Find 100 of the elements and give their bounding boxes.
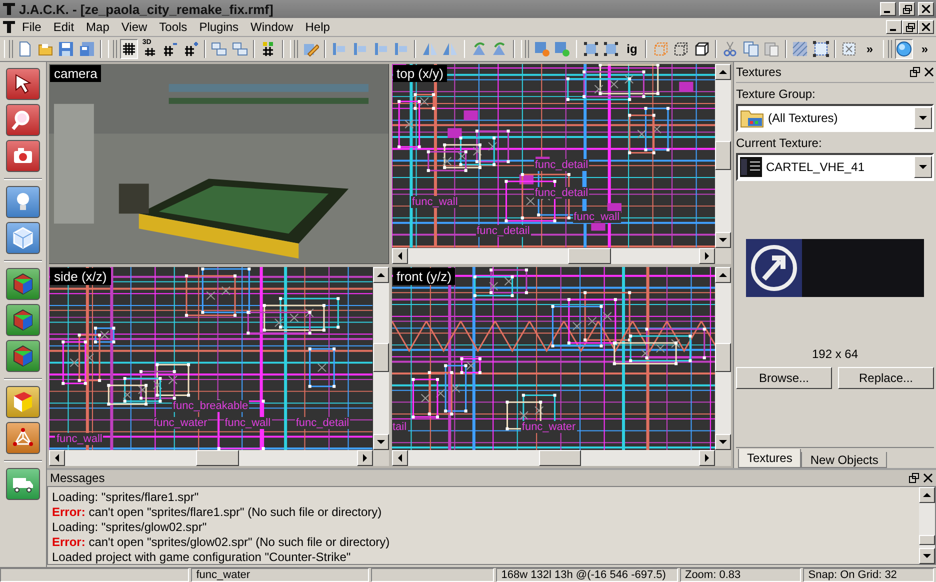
toolbar-grip[interactable] <box>883 40 889 58</box>
scrollbar-corner <box>715 450 731 466</box>
toolbar-button[interactable] <box>602 39 621 59</box>
align-icon <box>331 41 348 57</box>
horizontal-scrollbar[interactable] <box>49 450 372 466</box>
menu-item[interactable]: Tools <box>153 20 194 34</box>
up-arrow-icon <box>376 272 384 276</box>
viewport-label: front (y/z) <box>392 268 456 284</box>
menu-item[interactable]: File <box>16 20 48 34</box>
toolbar-button[interactable] <box>894 39 914 59</box>
scroll-thumb[interactable] <box>715 343 731 372</box>
toolbar-grip[interactable] <box>520 40 526 58</box>
sphere-icon <box>896 41 912 57</box>
block-tool-button[interactable] <box>6 268 40 300</box>
select-tool-button[interactable] <box>6 68 40 100</box>
log-message: Loading: "sprites/flare1.spr" <box>52 490 200 504</box>
right-arrow-icon <box>705 252 709 260</box>
menu-item[interactable]: View <box>115 20 154 34</box>
menu-item[interactable]: Window <box>244 20 300 34</box>
camera-tool-button[interactable] <box>6 140 40 172</box>
block-tool-button[interactable] <box>6 304 40 336</box>
panel-button[interactable]: Browse... <box>736 367 832 389</box>
menu-item[interactable]: Map <box>80 20 116 34</box>
scroll-thumb[interactable] <box>538 450 582 466</box>
panel-tab[interactable]: Textures <box>738 449 802 468</box>
scroll-left-button[interactable] <box>49 450 65 466</box>
toolbar-grip[interactable] <box>290 40 296 58</box>
close-button[interactable] <box>918 2 934 16</box>
scroll-down-button[interactable] <box>919 548 935 564</box>
restore-button[interactable] <box>902 20 918 34</box>
minimize-button[interactable] <box>886 20 902 34</box>
vertical-scrollbar[interactable] <box>715 266 731 450</box>
scroll-up-button[interactable] <box>715 266 731 282</box>
scroll-up-button[interactable] <box>372 266 388 282</box>
scroll-right-button[interactable] <box>699 248 715 264</box>
toolbar-button[interactable] <box>120 39 138 59</box>
scroll-thumb[interactable] <box>196 450 239 466</box>
horizontal-scrollbar[interactable] <box>392 450 715 466</box>
close-icon[interactable] <box>924 67 934 77</box>
selection-icon <box>812 41 829 57</box>
scroll-down-button[interactable] <box>715 434 731 450</box>
scroll-thumb[interactable] <box>715 140 731 170</box>
vertical-scrollbar[interactable] <box>715 64 731 248</box>
viewport-label: top (x/y) <box>392 65 448 82</box>
toolbar-overflow-button[interactable]: » <box>915 39 934 59</box>
path-tool-button[interactable] <box>6 422 40 454</box>
magnify-tool-button[interactable] <box>6 104 40 136</box>
scroll-down-button[interactable] <box>372 434 388 450</box>
toolbar-grip[interactable] <box>4 40 10 58</box>
menu-item[interactable]: Help <box>299 20 336 34</box>
close-button[interactable] <box>918 20 934 34</box>
grid-icon <box>121 41 138 57</box>
scroll-left-button[interactable] <box>392 248 408 264</box>
float-panel-icon[interactable] <box>909 473 919 483</box>
up-arrow-icon <box>719 70 727 74</box>
current-texture-dropdown[interactable]: CARTEL_VHE_41 <box>736 153 934 181</box>
scroll-thumb[interactable] <box>372 343 388 372</box>
toolbar-grip[interactable] <box>108 40 114 58</box>
vertical-scrollbar[interactable] <box>919 487 935 564</box>
scroll-up-button[interactable] <box>919 487 935 503</box>
scroll-up-button[interactable] <box>715 64 731 80</box>
menu-item[interactable]: Plugins <box>193 20 245 34</box>
panel-button[interactable]: Replace... <box>838 367 934 389</box>
scroll-thumb[interactable] <box>568 248 611 264</box>
dropdown-button[interactable] <box>914 107 932 129</box>
panel-tab[interactable]: New Objects <box>801 452 888 468</box>
scroll-down-button[interactable] <box>715 232 731 248</box>
horizontal-scrollbar[interactable] <box>392 248 715 264</box>
toolbar-button[interactable] <box>581 39 600 59</box>
block-tool-button[interactable] <box>6 340 40 372</box>
panel-title: Messages <box>50 471 106 485</box>
flip-icon <box>442 41 458 57</box>
entity-label: func_detail <box>534 159 590 172</box>
minimize-button[interactable] <box>880 2 896 16</box>
app-logo-icon <box>2 2 16 16</box>
scroll-left-button[interactable] <box>392 450 408 466</box>
status-text: 168w 132l 13h @(-16 546 -697.5) <box>496 568 678 582</box>
caret-icon <box>919 116 927 120</box>
vertical-scrollbar[interactable] <box>372 266 388 450</box>
toolbar-overflow-button[interactable]: » <box>860 39 880 59</box>
left-arrow-icon <box>55 454 59 462</box>
scrollbar-corner <box>715 248 731 264</box>
float-panel-icon[interactable] <box>910 67 920 77</box>
dropdown-button[interactable] <box>914 156 932 178</box>
cube-tool-button[interactable] <box>6 222 40 254</box>
scroll-thumb[interactable] <box>919 534 935 545</box>
close-icon[interactable] <box>923 473 933 483</box>
flip-icon <box>422 41 438 57</box>
texture-group-dropdown[interactable]: (All Textures) <box>736 104 934 132</box>
scroll-right-button[interactable] <box>356 450 372 466</box>
truck-tool-button[interactable] <box>6 468 40 500</box>
menu-item[interactable]: Edit <box>47 20 80 34</box>
scroll-right-button[interactable] <box>699 450 715 466</box>
entity-label: func_detail <box>476 225 531 238</box>
light-bulb-tool-button[interactable] <box>6 186 40 218</box>
toolbar-button[interactable] <box>811 39 830 59</box>
app-logo-icon[interactable] <box>2 20 16 34</box>
restore-button[interactable] <box>899 2 915 16</box>
restore-icon <box>906 22 914 32</box>
ig-button[interactable]: ig <box>622 39 642 59</box>
